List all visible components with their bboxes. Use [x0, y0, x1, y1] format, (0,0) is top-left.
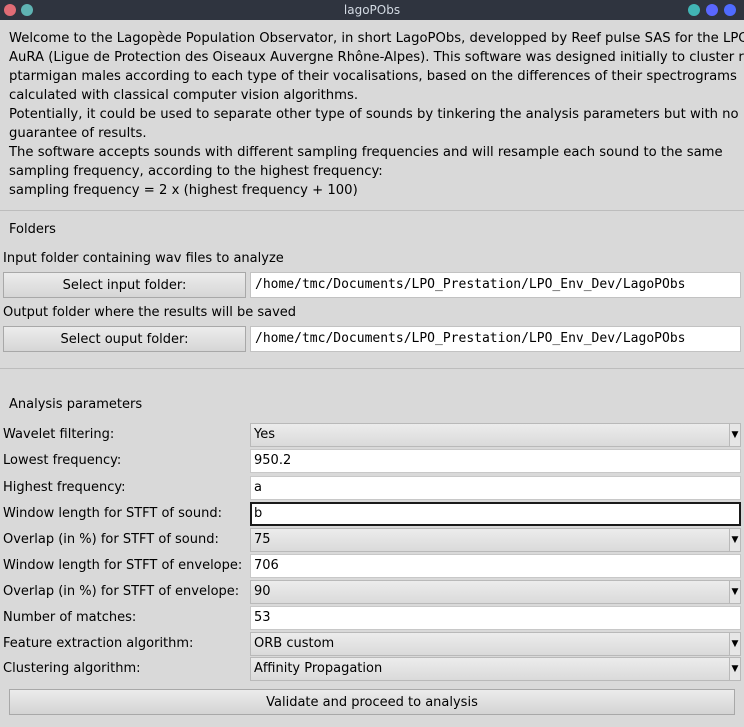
chevron-down-icon[interactable]: ▼: [729, 424, 740, 446]
feature-extraction-label: Feature extraction algorithm:: [3, 636, 194, 651]
window-titlebar: lagoPObs: [0, 0, 744, 20]
intro-line: sampling frequency, according to the hig…: [9, 164, 383, 179]
stft-sound-overlap-value: 75: [254, 532, 271, 547]
section-divider: [0, 368, 744, 369]
stft-envelope-overlap-value: 90: [254, 584, 271, 599]
chevron-down-icon[interactable]: ▼: [729, 529, 740, 551]
chevron-down-icon[interactable]: ▼: [729, 658, 740, 680]
lowest-frequency-input[interactable]: 950.2: [250, 449, 741, 473]
minimize-window-icon[interactable]: [706, 4, 718, 16]
lowest-frequency-label: Lowest frequency:: [3, 453, 122, 468]
intro-text-panel: Welcome to the Lagopède Population Obser…: [0, 20, 744, 211]
stft-envelope-overlap-label: Overlap (in %) for STFT of envelope:: [3, 584, 240, 599]
clustering-algorithm-select[interactable]: Affinity Propagation ▼: [250, 657, 741, 681]
chevron-down-icon[interactable]: ▼: [729, 581, 740, 603]
stft-sound-overlap-label: Overlap (in %) for STFT of sound:: [3, 532, 219, 547]
select-output-folder-button[interactable]: Select ouput folder:: [3, 326, 246, 352]
intro-line: calculated with classical computer visio…: [9, 88, 359, 103]
output-folder-label: Output folder where the results will be …: [3, 305, 297, 320]
stft-sound-overlap-select[interactable]: 75 ▼: [250, 528, 741, 552]
clustering-algorithm-label: Clustering algorithm:: [3, 661, 141, 676]
stft-sound-window-input[interactable]: b: [250, 502, 741, 526]
stft-envelope-window-input[interactable]: 706: [250, 554, 741, 578]
intro-line: Welcome to the Lagopède Population Obser…: [9, 31, 744, 46]
output-folder-path: /home/tmc/Documents/LPO_Prestation/LPO_E…: [250, 326, 741, 352]
highest-frequency-label: Highest frequency:: [3, 480, 126, 495]
folders-section-title: Folders: [9, 222, 56, 237]
wavelet-filtering-label: Wavelet filtering:: [3, 427, 115, 442]
analysis-section-title: Analysis parameters: [9, 397, 143, 412]
highest-frequency-input[interactable]: a: [250, 476, 741, 500]
input-folder-label: Input folder containing wav files to ana…: [3, 251, 284, 266]
intro-line: The software accepts sounds with differe…: [9, 145, 723, 160]
select-input-folder-button[interactable]: Select input folder:: [3, 272, 246, 298]
wavelet-filtering-value: Yes: [254, 427, 275, 442]
maximize-window-icon[interactable]: [724, 4, 736, 16]
intro-line: Potentially, it could be used to separat…: [9, 107, 739, 122]
intro-line: guarantee of results.: [9, 126, 147, 141]
number-of-matches-input[interactable]: 53: [250, 606, 741, 630]
chevron-down-icon[interactable]: ▼: [729, 633, 740, 655]
stft-envelope-overlap-select[interactable]: 90 ▼: [250, 580, 741, 604]
input-folder-path: /home/tmc/Documents/LPO_Prestation/LPO_E…: [250, 272, 741, 298]
intro-line: sampling frequency = 2 x (highest freque…: [9, 183, 358, 198]
intro-line: ptarmigan males according to each type o…: [9, 69, 737, 84]
validate-button[interactable]: Validate and proceed to analysis: [9, 689, 735, 715]
number-of-matches-label: Number of matches:: [3, 610, 137, 625]
feature-extraction-select[interactable]: ORB custom ▼: [250, 632, 741, 656]
window-title: lagoPObs: [343, 3, 401, 17]
sticky-window-icon[interactable]: [688, 4, 700, 16]
stft-envelope-window-label: Window length for STFT of envelope:: [3, 558, 243, 573]
wavelet-filtering-select[interactable]: Yes ▼: [250, 423, 741, 447]
intro-line: AuRA (Ligue de Protection des Oiseaux Au…: [9, 50, 744, 65]
stft-sound-window-label: Window length for STFT of sound:: [3, 506, 222, 521]
clustering-algorithm-value: Affinity Propagation: [254, 661, 383, 676]
feature-extraction-value: ORB custom: [254, 636, 335, 651]
